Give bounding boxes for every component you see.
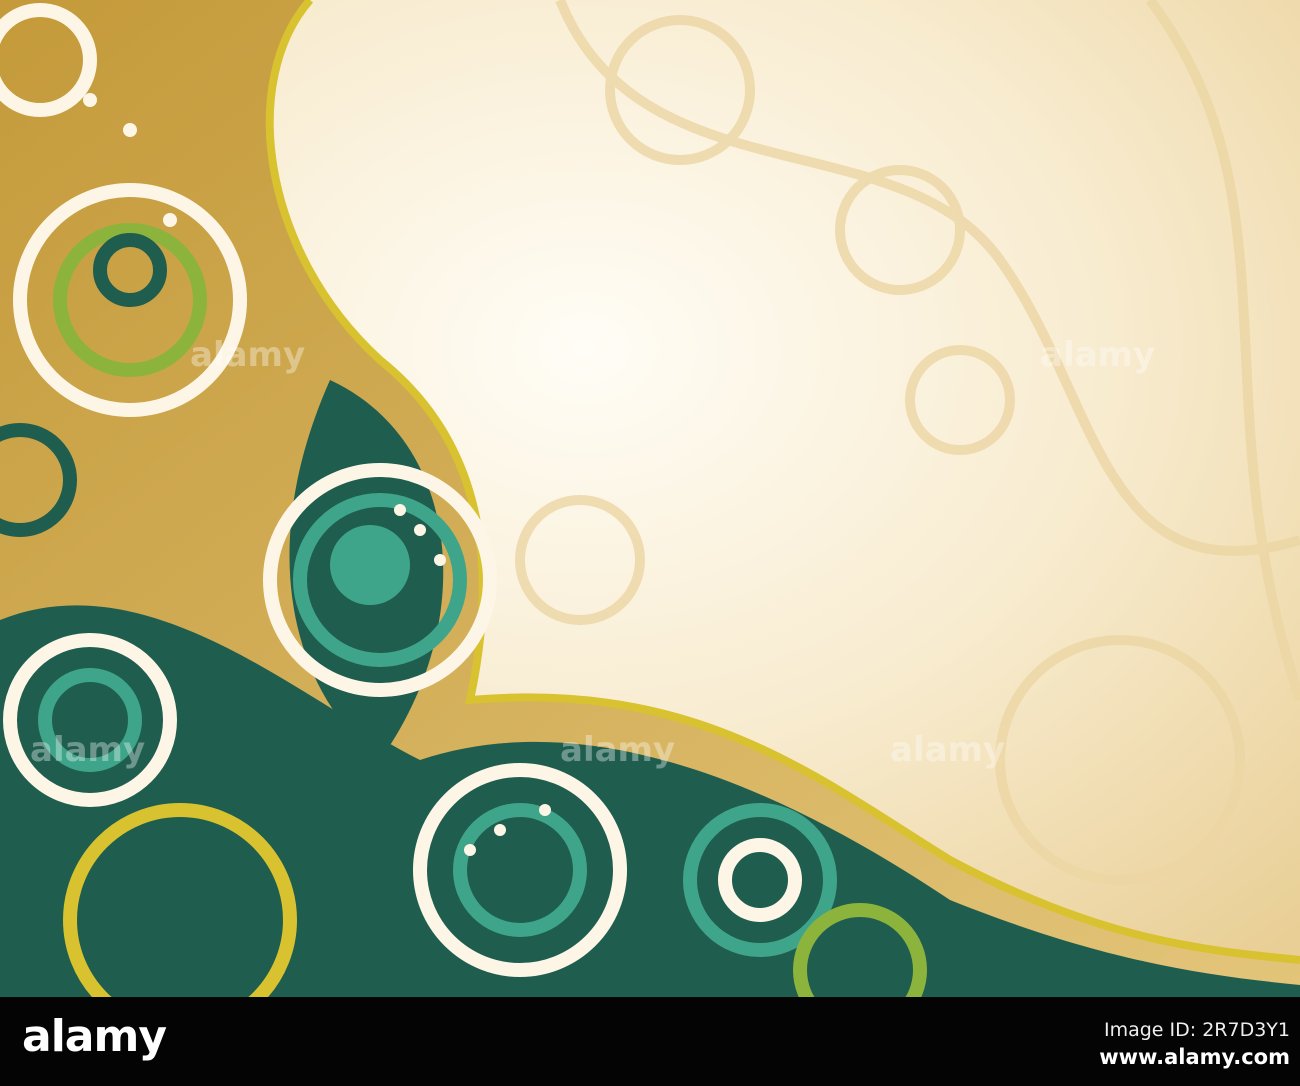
watermark: alamy: [560, 730, 676, 770]
watermark: alamy: [190, 335, 306, 375]
image-id: Image ID: 2R7D3Y1: [1103, 1019, 1290, 1041]
footer-bar: alamy Image ID: 2R7D3Y1 www.alamy.com: [0, 997, 1300, 1086]
decorative-swirl-artwork: [0, 0, 1300, 997]
watermark: alamy: [1040, 335, 1156, 375]
alamy-logo: alamy: [22, 1011, 167, 1062]
watermark: alamy: [30, 730, 146, 770]
watermark: alamy: [890, 730, 1006, 770]
website-link: www.alamy.com: [1099, 1045, 1290, 1069]
